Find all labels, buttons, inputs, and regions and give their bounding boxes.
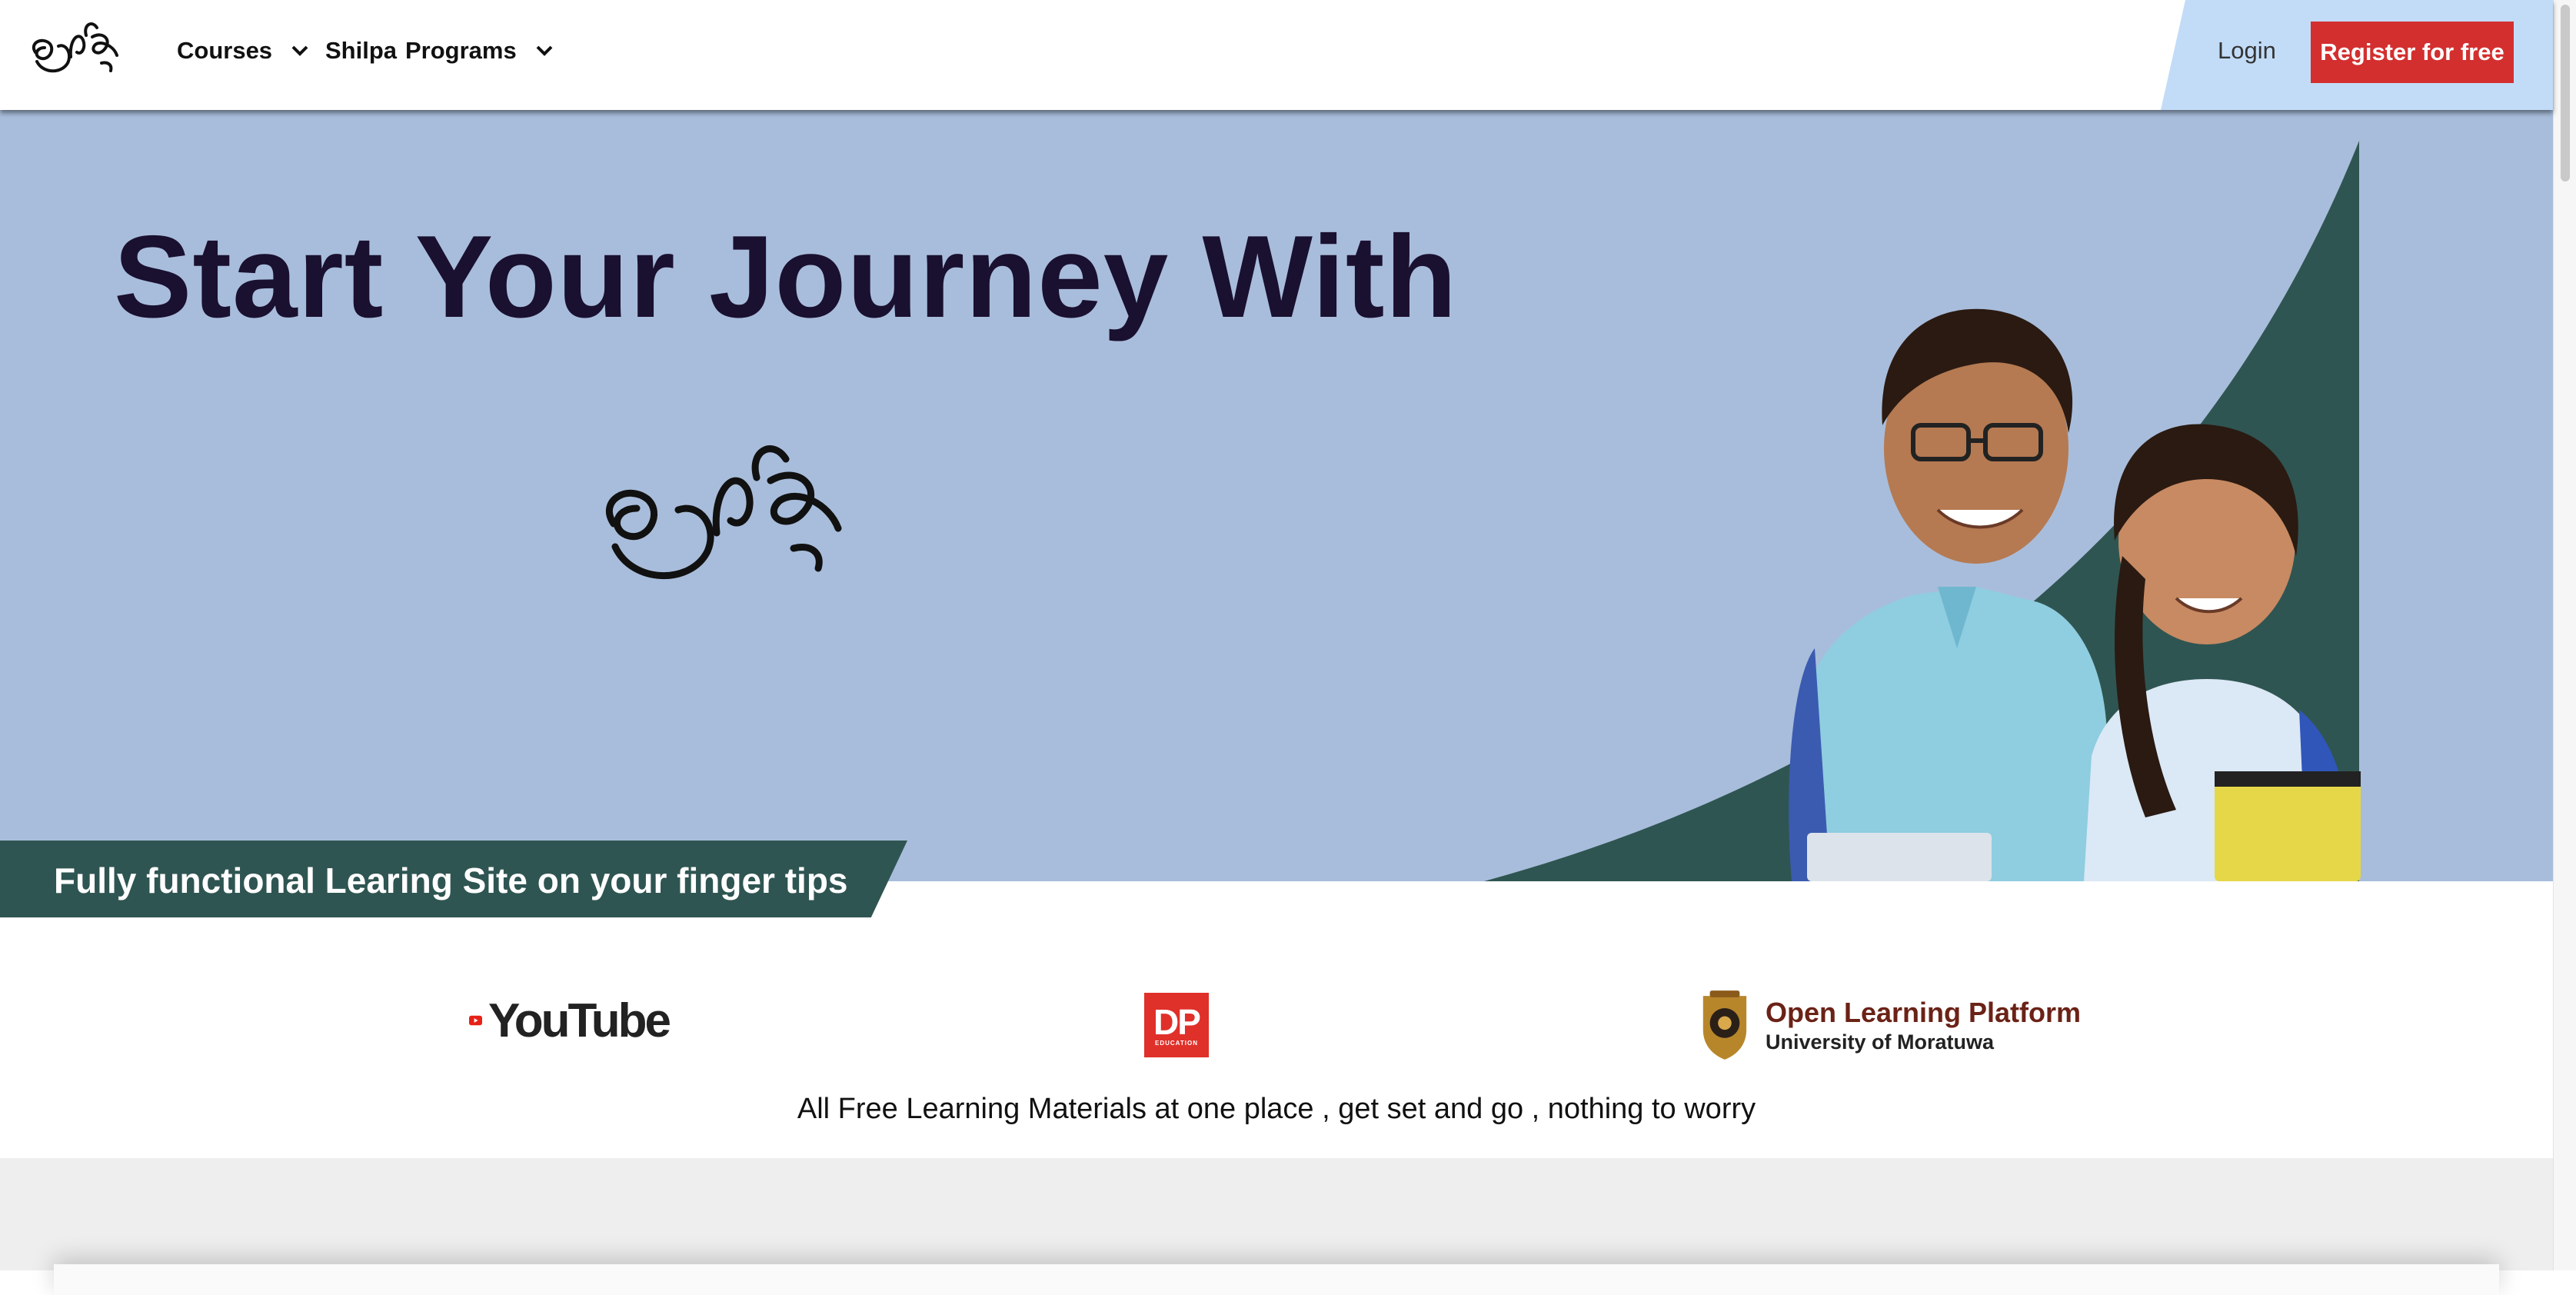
nav-courses-label: Courses	[177, 37, 273, 64]
partners-section: YouTube DP EDUCATION Open Learning Platf…	[0, 881, 2553, 1158]
nav-shilpa[interactable]: Shilpa	[325, 37, 397, 65]
shilpa-logo-icon[interactable]	[28, 17, 125, 80]
chevron-down-icon	[291, 45, 308, 56]
youtube-play-icon	[469, 1015, 482, 1026]
dp-education-logo: DP EDUCATION	[1144, 993, 1209, 1057]
nav-programs[interactable]: Programs	[405, 37, 557, 65]
olp-title: Open Learning Platform	[1765, 996, 2081, 1028]
dp-logo-subtext: EDUCATION	[1155, 1039, 1198, 1047]
hero-title: Start Your Journey With	[114, 211, 1458, 342]
olp-subtitle: University of Moratuwa	[1765, 1030, 1995, 1054]
hero-section: Start Your Journey With	[0, 110, 2553, 881]
nav-shilpa-label: Shilpa	[325, 37, 398, 64]
students-photo	[1789, 308, 2361, 881]
vertical-scrollbar[interactable]	[2553, 0, 2576, 1270]
nav-courses[interactable]: Courses	[177, 37, 312, 65]
open-learning-platform-logo: Open Learning Platform University of Mor…	[1696, 983, 2081, 1067]
youtube-logo: YouTube	[469, 994, 671, 1047]
top-navbar: Courses Shilpa Programs Login Register f…	[0, 0, 2553, 110]
scrollbar-thumb[interactable]	[2561, 5, 2570, 181]
nav-programs-label: Programs	[405, 37, 517, 64]
content-card	[54, 1264, 2499, 1295]
university-crest-icon	[1702, 990, 1747, 1060]
register-button[interactable]: Register for free	[2311, 22, 2514, 83]
partners-caption: All Free Learning Materials at one place…	[797, 1093, 1756, 1125]
login-button[interactable]: Login	[2218, 37, 2276, 65]
youtube-logo-text: YouTube	[488, 994, 671, 1047]
dp-logo-text: DP	[1153, 1001, 1201, 1042]
chevron-down-icon	[536, 45, 553, 56]
grey-section	[0, 1158, 2553, 1295]
shilpa-logo-icon	[605, 445, 842, 579]
hero-tagline: Fully functional Learing Site on your fi…	[54, 861, 848, 901]
